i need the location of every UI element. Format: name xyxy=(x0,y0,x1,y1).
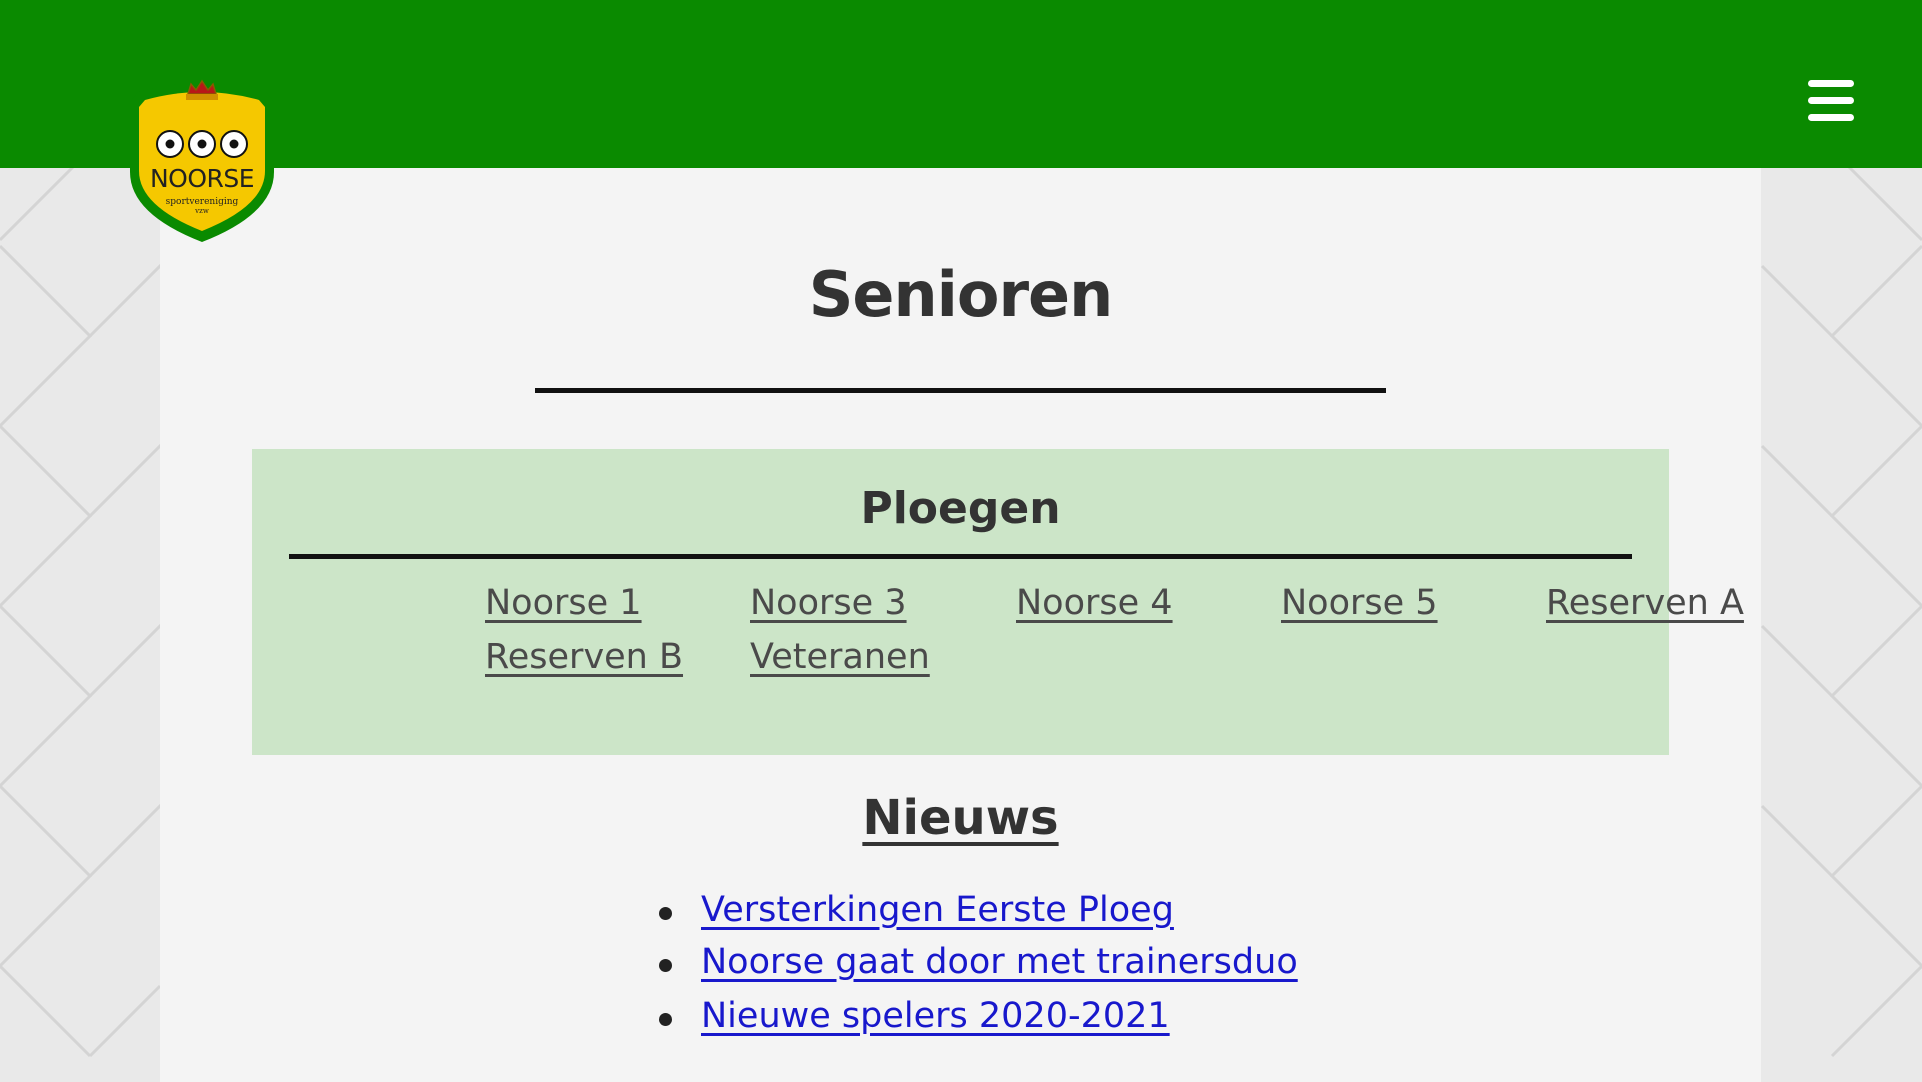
news-link[interactable]: Noorse gaat door met trainersduo xyxy=(701,942,1298,982)
main-content: Senioren Ploegen Noorse 1 Noorse 3 Noors… xyxy=(160,168,1761,1082)
bullet-icon xyxy=(659,959,672,972)
team-link-reserven-a[interactable]: Reserven A xyxy=(1546,582,1744,624)
team-link-veteranen[interactable]: Veteranen xyxy=(750,636,930,678)
teams-divider xyxy=(289,554,1632,559)
team-link-noorse-5[interactable]: Noorse 5 xyxy=(1281,582,1438,624)
bullet-icon xyxy=(659,1013,672,1026)
club-logo[interactable]: NOORSE sportvereniging vzw xyxy=(126,76,278,244)
news-title-text: Nieuws xyxy=(862,790,1059,846)
news-link[interactable]: Nieuwe spelers 2020-2021 xyxy=(701,996,1170,1036)
news-list-item: Versterkingen Eerste Ploeg xyxy=(659,889,1174,931)
club-crest-icon xyxy=(130,79,274,242)
team-link-noorse-4[interactable]: Noorse 4 xyxy=(1016,582,1173,624)
team-link-noorse-1[interactable]: Noorse 1 xyxy=(485,582,642,624)
page-title: Senioren xyxy=(808,258,1113,331)
top-header-bar xyxy=(0,0,1922,168)
bullet-icon xyxy=(659,907,672,920)
news-title: Nieuws xyxy=(160,790,1761,848)
logo-subtitle: sportvereniging xyxy=(165,197,239,207)
logo-name: NOORSE xyxy=(149,164,255,193)
title-divider xyxy=(535,388,1386,393)
team-link-noorse-3[interactable]: Noorse 3 xyxy=(750,582,907,624)
news-list-item: Noorse gaat door met trainersduo xyxy=(659,941,1298,983)
teams-panel: Ploegen Noorse 1 Noorse 3 Noorse 4 Noors… xyxy=(252,449,1744,755)
teams-title: Ploegen xyxy=(860,483,1061,534)
news-link[interactable]: Versterkingen Eerste Ploeg xyxy=(701,890,1174,930)
team-link-reserven-b[interactable]: Reserven B xyxy=(485,636,683,678)
hamburger-menu-icon[interactable] xyxy=(1806,76,1858,124)
logo-subtitle-vzw: vzw xyxy=(195,207,209,215)
news-list-item: Nieuwe spelers 2020-2021 xyxy=(659,995,1170,1037)
